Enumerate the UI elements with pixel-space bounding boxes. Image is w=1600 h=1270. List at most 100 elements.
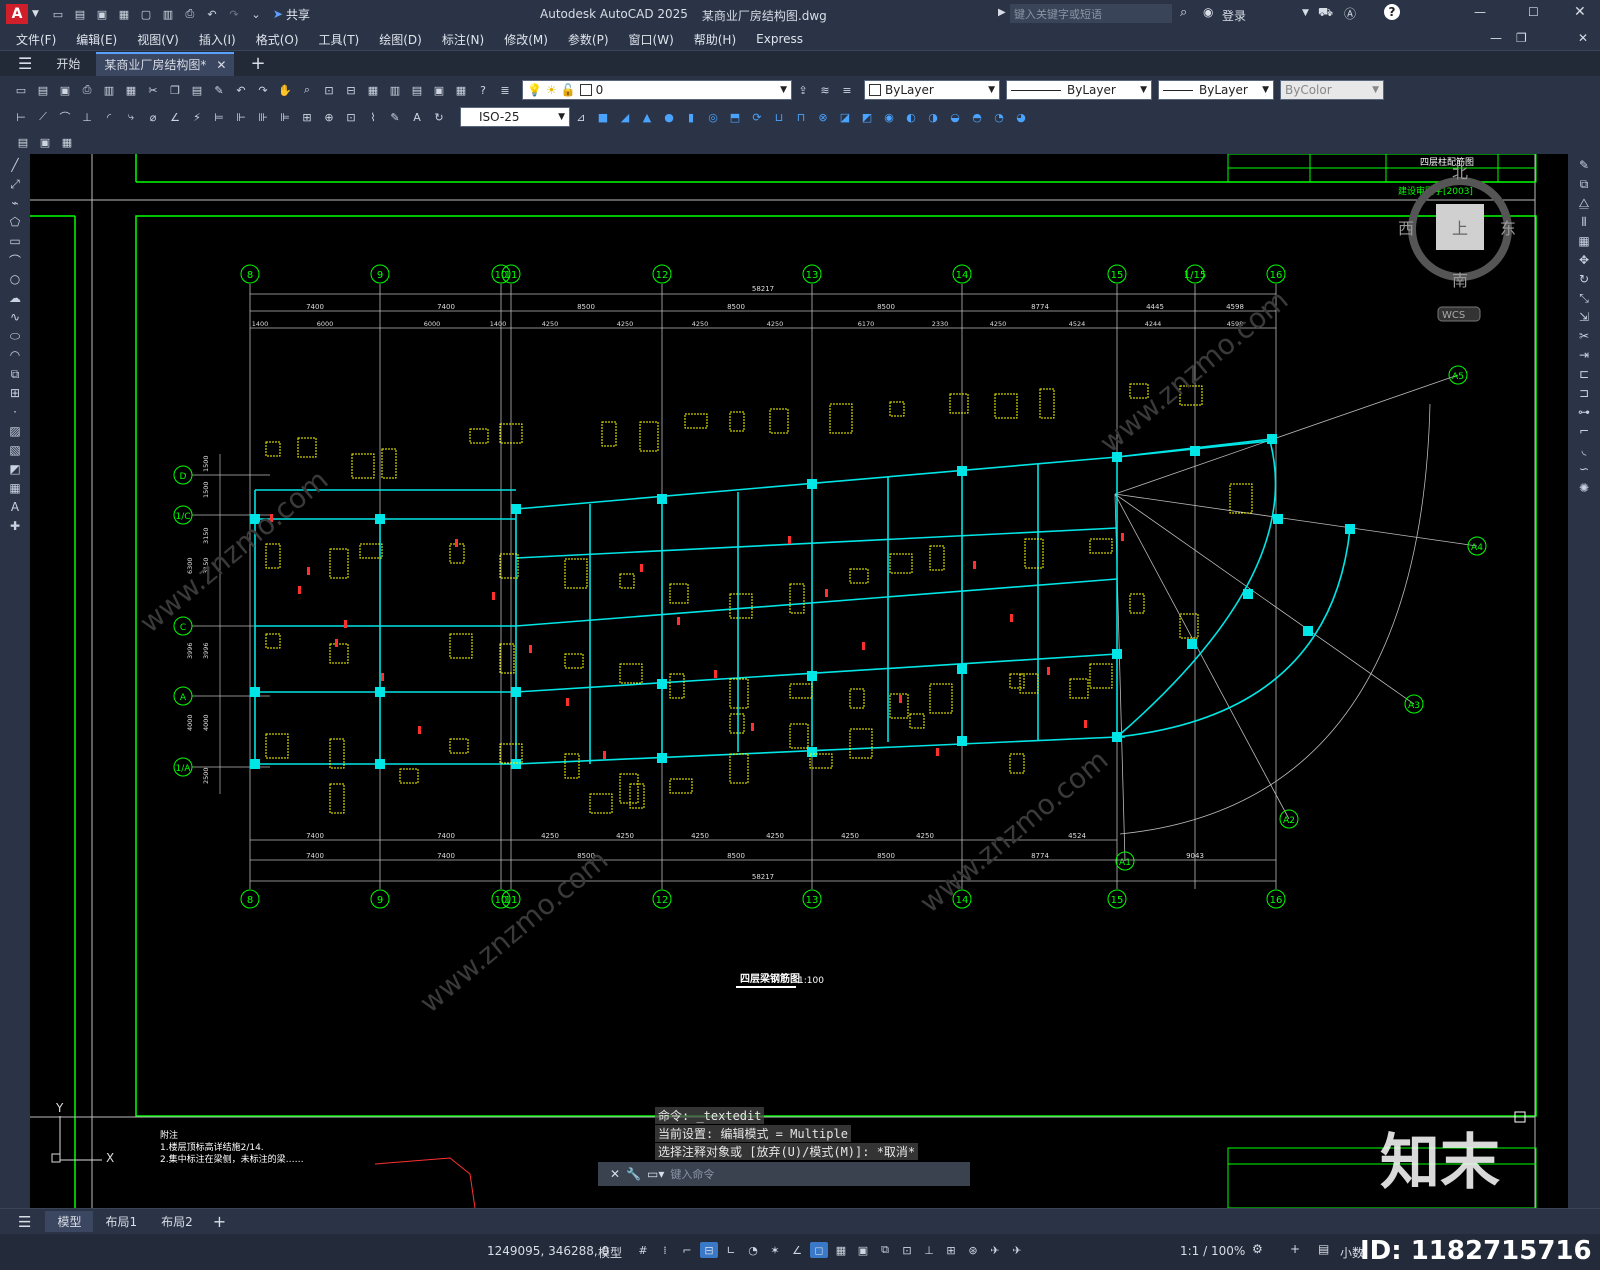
new-tab-icon[interactable]: + — [250, 53, 265, 74]
gizmo-icon[interactable]: ⊛ — [964, 1242, 982, 1258]
layer-select[interactable]: 💡 ☀ 🔓 0 ▼ — [522, 80, 792, 100]
close-icon[interactable]: ✕ — [1574, 4, 1586, 20]
dimstyle-manager-icon[interactable]: ⊿ — [572, 109, 590, 125]
share-button[interactable]: 共享 — [286, 6, 310, 23]
doc-close-icon[interactable]: ✕ — [1578, 31, 1588, 45]
solid-subtract-icon[interactable]: ⊓ — [792, 109, 810, 125]
color-select[interactable]: ByLayer ▼ — [864, 80, 1000, 100]
point-icon[interactable]: ⋅ — [6, 404, 24, 420]
sheetset-icon[interactable]: ▣ — [430, 82, 448, 98]
scale-icon[interactable]: ⤡ — [1575, 290, 1593, 306]
rotate-icon[interactable]: ↻ — [1575, 271, 1593, 287]
share-icon[interactable]: ➤ — [273, 7, 283, 21]
arc-icon[interactable]: ⌒ — [6, 252, 24, 268]
command-recent-icon[interactable]: ▭▾ — [647, 1167, 664, 1181]
dim-arc-icon[interactable]: ⌒ — [56, 109, 74, 125]
menu-help[interactable]: 帮助(H) — [684, 31, 746, 48]
save-file-icon[interactable]: ▣ — [56, 82, 74, 98]
drawing-canvas[interactable]: 四层柱配筋图 建设审图字[2003] 8 9 10 11 12 13 14 15 1/15 16 8… — [30, 154, 1568, 1208]
undo-tb-icon[interactable]: ↶ — [232, 82, 250, 98]
infer-icon[interactable]: ⌐ — [678, 1242, 696, 1258]
stretch-icon[interactable]: ⇲ — [1575, 309, 1593, 325]
dim-angular-icon[interactable]: ∠ — [166, 109, 184, 125]
dim-aligned-icon[interactable]: ⟋ — [34, 109, 52, 125]
mirror-icon[interactable]: ⧋ — [1575, 195, 1593, 211]
hatch-icon[interactable]: ▨ — [6, 423, 24, 439]
viewcube-south[interactable]: 南 — [1452, 271, 1468, 290]
solid-section-icon[interactable]: ◩ — [858, 109, 876, 125]
cart-icon[interactable]: ⛟ — [1318, 5, 1333, 21]
center-mark-icon[interactable]: ⊕ — [320, 109, 338, 125]
designcenter-icon[interactable]: ▥ — [386, 82, 404, 98]
camera-icon[interactable]: ◒ — [946, 109, 964, 125]
copy-icon[interactable]: ❐ — [166, 82, 184, 98]
grid-icon[interactable]: # — [634, 1242, 652, 1258]
dynamic-input-icon[interactable]: ⊟ — [700, 1242, 718, 1258]
dynamic-ucs-icon[interactable]: ⊥ — [920, 1242, 938, 1258]
tab-close-icon[interactable]: ✕ — [216, 58, 226, 72]
matchprop-icon[interactable]: ✎ — [210, 82, 228, 98]
calculator-icon[interactable]: ▦ — [452, 82, 470, 98]
zoom-prev-icon[interactable]: ⊟ — [342, 82, 360, 98]
solid-torus-icon[interactable]: ◎ — [704, 109, 722, 125]
tab-layout1[interactable]: 布局1 — [93, 1211, 149, 1232]
layout-menu-icon[interactable]: ☰ — [18, 1213, 31, 1231]
make-current-icon[interactable]: ⇪ — [794, 82, 812, 98]
orbit-icon[interactable]: ◓ — [968, 109, 986, 125]
layer-state-icon[interactable]: ≡ — [838, 82, 856, 98]
render-icon[interactable]: ◉ — [880, 109, 898, 125]
help-icon[interactable]: ? — [1384, 4, 1400, 20]
selection-cycling-icon[interactable]: ⧉ — [876, 1242, 894, 1258]
fly-icon[interactable]: ◕ — [1012, 109, 1030, 125]
selection-filter-icon[interactable]: ⊞ — [942, 1242, 960, 1258]
pan-icon[interactable]: ✋ — [276, 82, 294, 98]
annotation-scale[interactable]: 1:1 / 100% — [1180, 1244, 1245, 1258]
offset-icon[interactable]: ⫴ — [1575, 214, 1593, 230]
region-icon[interactable]: ◩ — [6, 461, 24, 477]
walk-icon[interactable]: ◔ — [990, 109, 1008, 125]
dim-space-icon[interactable]: ⊪ — [254, 109, 272, 125]
erase-icon[interactable]: ✎ — [1575, 157, 1593, 173]
chamfer-icon[interactable]: ⌐ — [1575, 423, 1593, 439]
zoom-window-icon[interactable]: ⊡ — [320, 82, 338, 98]
join-icon[interactable]: ⊶ — [1575, 404, 1593, 420]
dim-radius-icon[interactable]: ◜ — [100, 109, 118, 125]
add-layout-icon[interactable]: + — [213, 1212, 226, 1231]
login-button[interactable]: 登录 — [1222, 7, 1246, 24]
xline-icon[interactable]: ⤢ — [6, 176, 24, 192]
solid-revolve-icon[interactable]: ⟳ — [748, 109, 766, 125]
menu-tools[interactable]: 工具(T) — [309, 31, 370, 48]
open-file-icon[interactable]: ▤ — [34, 82, 52, 98]
tolerance-icon[interactable]: ⊞ — [298, 109, 316, 125]
search-icon[interactable]: ⌕ — [1180, 5, 1187, 20]
isodraft-icon[interactable]: ✶ — [766, 1242, 784, 1258]
qdim-icon[interactable]: ⚡ — [188, 109, 206, 125]
a360-icon[interactable]: Ⓐ — [1344, 5, 1356, 22]
linetype-select[interactable]: ByLayer ▼ — [1006, 80, 1152, 100]
tab-model[interactable]: 模型 — [45, 1211, 94, 1232]
dim-edit-icon[interactable]: ✎ — [386, 109, 404, 125]
annomonitor-icon[interactable]: + — [1290, 1242, 1300, 1256]
solid-cone-icon[interactable]: ▲ — [638, 109, 656, 125]
menu-dimension[interactable]: 标注(N) — [432, 31, 494, 48]
dim-text-edit-icon[interactable]: A — [408, 109, 426, 125]
circle-icon[interactable]: ○ — [6, 271, 24, 287]
menu-window[interactable]: 窗口(W) — [619, 31, 684, 48]
properties-icon[interactable]: ▦ — [364, 82, 382, 98]
menu-parametric[interactable]: 参数(P) — [558, 31, 619, 48]
explode-icon[interactable]: ✺ — [1575, 480, 1593, 496]
transparency-icon[interactable]: ▣ — [854, 1242, 872, 1258]
polygon-icon[interactable]: ⬠ — [6, 214, 24, 230]
dim-ordinate-icon[interactable]: ⊥ — [78, 109, 96, 125]
block-save-icon[interactable]: ▣ — [36, 134, 54, 150]
solid-union-icon[interactable]: ⊔ — [770, 109, 788, 125]
tab-start[interactable]: 开始 — [46, 55, 90, 72]
menu-format[interactable]: 格式(O) — [246, 31, 309, 48]
trim-icon[interactable]: ✂ — [1575, 328, 1593, 344]
dim-continue-icon[interactable]: ⊩ — [232, 109, 250, 125]
zoom-realtime-icon[interactable]: ⌕ — [298, 82, 316, 98]
doc-minimize-icon[interactable]: — — [1490, 31, 1502, 45]
command-customize-icon[interactable]: 🔧 — [626, 1167, 641, 1181]
search-input[interactable]: 键入关键字或短语 — [1010, 4, 1172, 23]
save-icon[interactable]: ▣ — [93, 6, 111, 22]
